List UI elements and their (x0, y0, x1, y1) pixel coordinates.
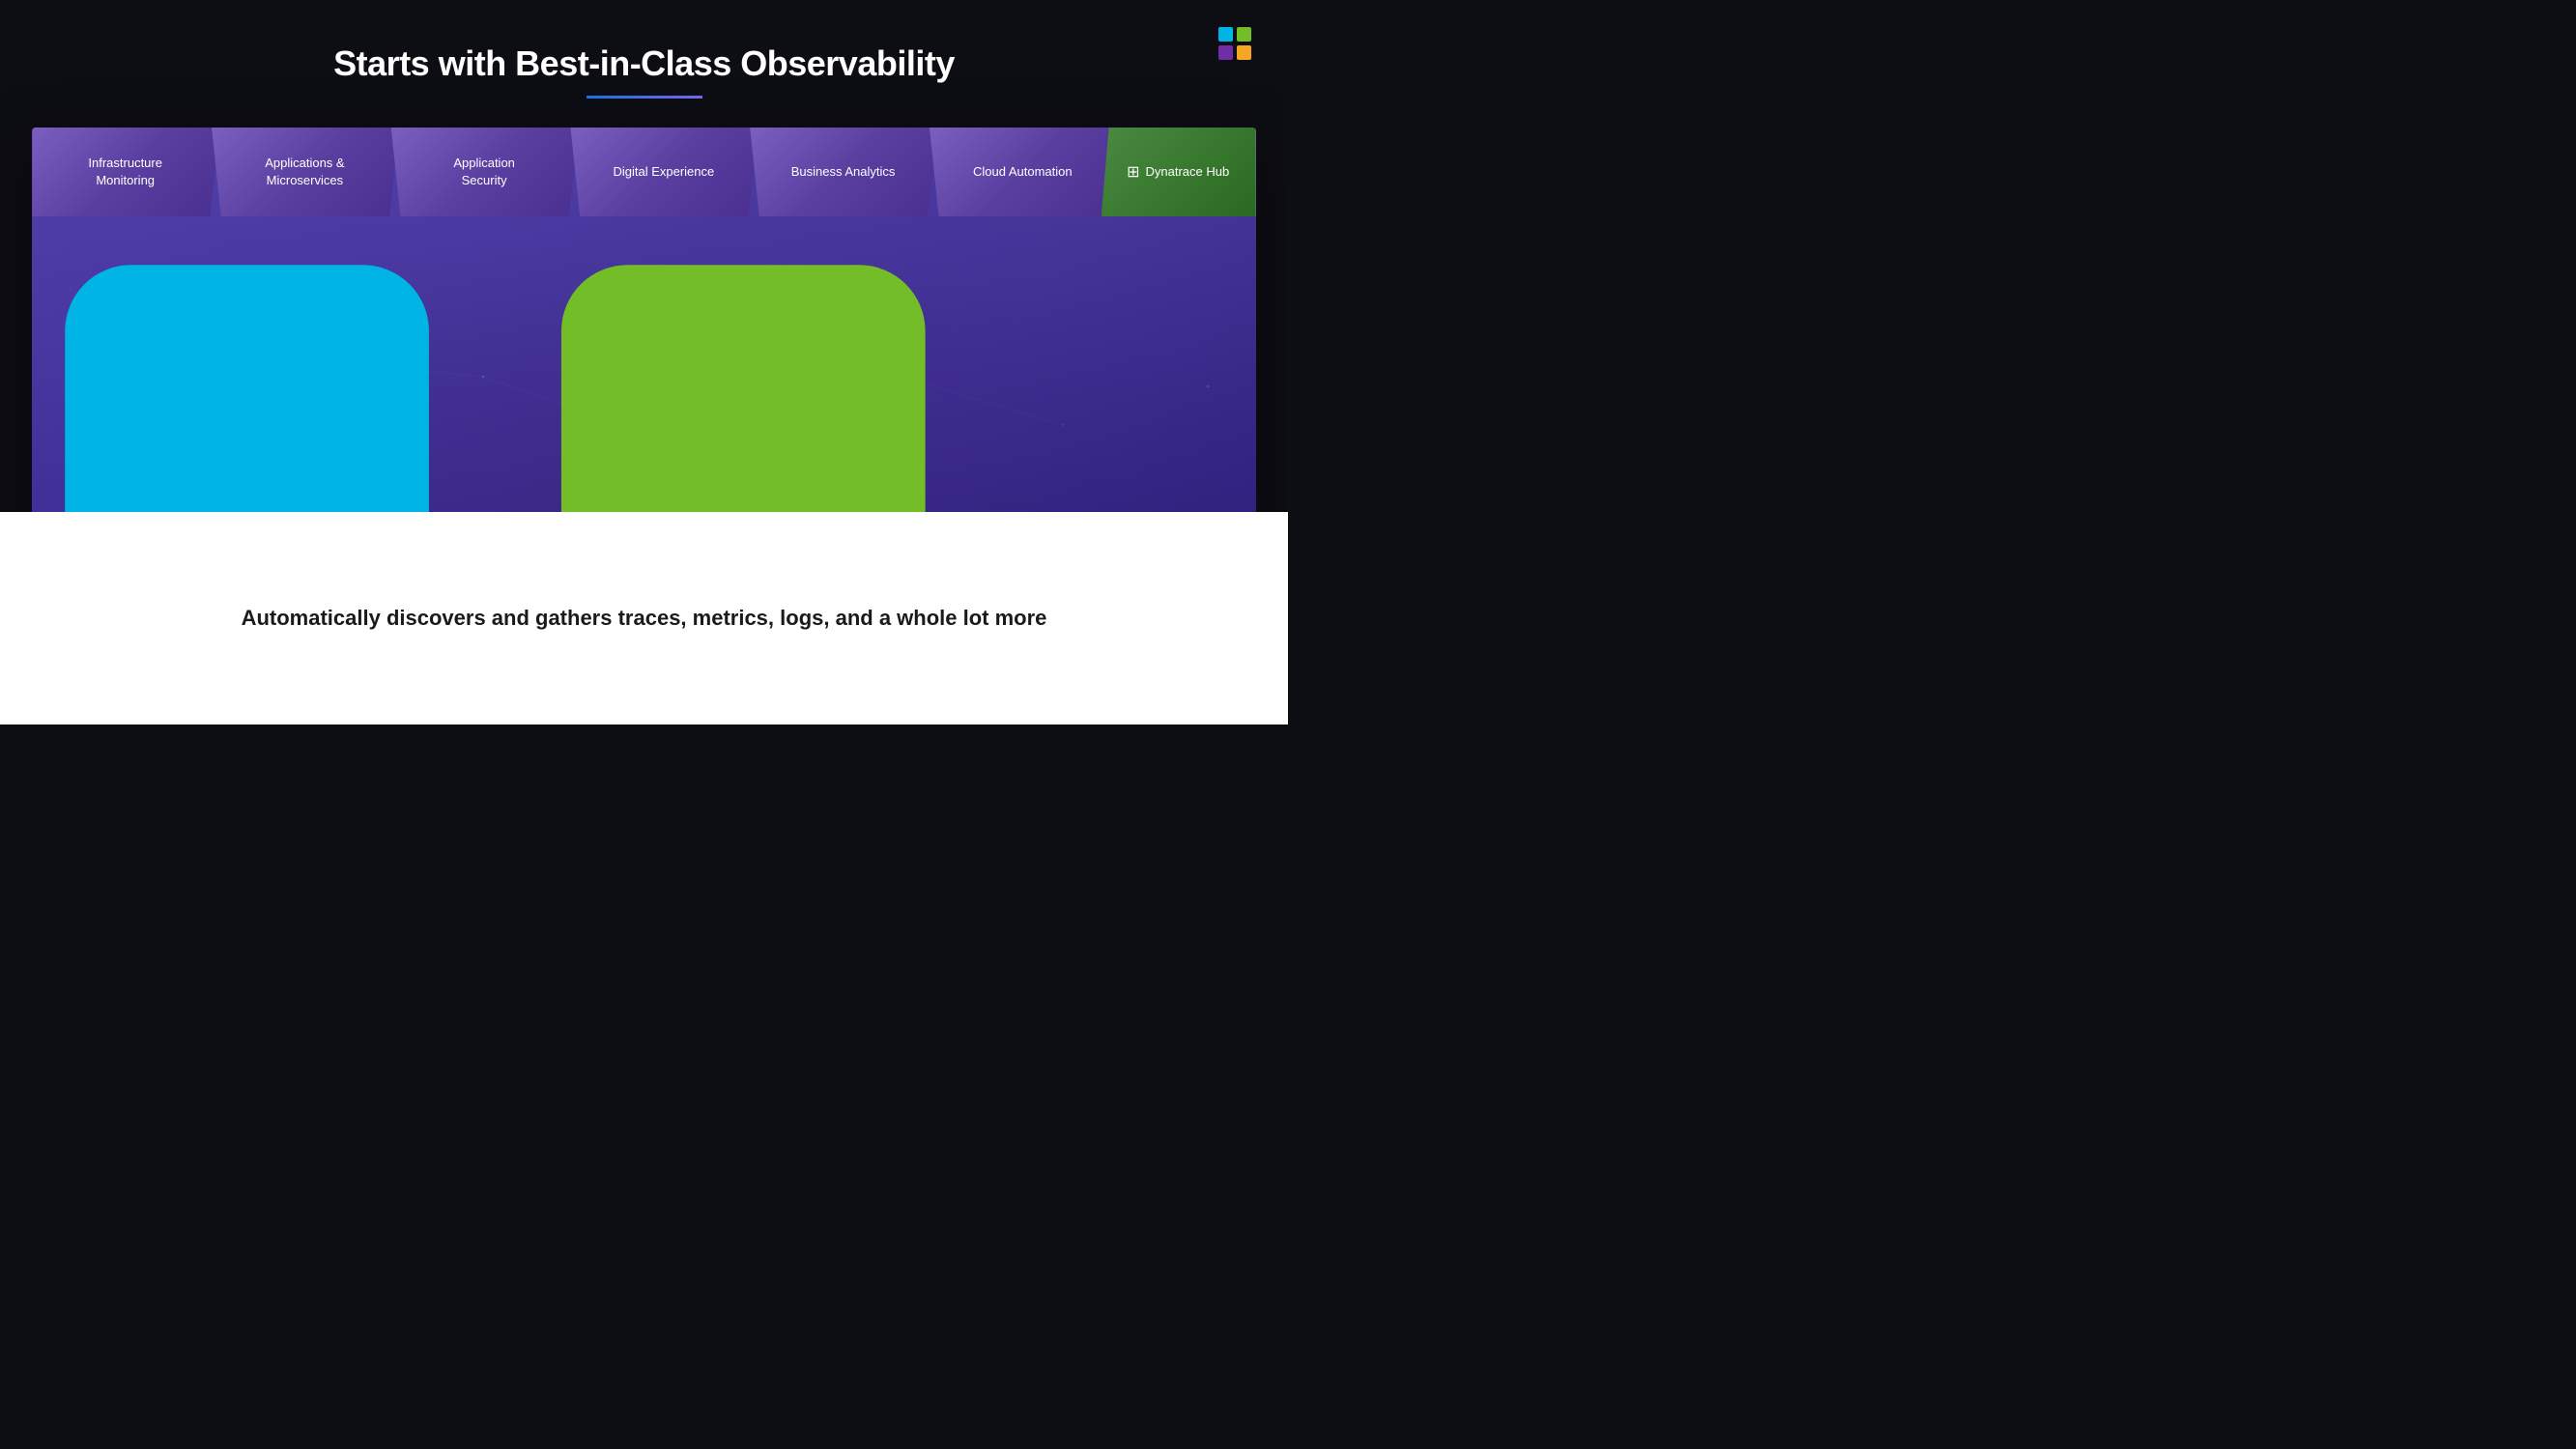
platform-area: InfrastructureMonitoring Applications &M… (32, 128, 1255, 512)
card-appsecurity-label: ApplicationSecurity (453, 155, 515, 189)
card-hub[interactable]: ⊞ Dynatrace Hub (1102, 128, 1256, 216)
dynatrace-logo (1211, 19, 1259, 68)
cards-row: InfrastructureMonitoring Applications &M… (32, 128, 1255, 216)
card-digital-label: Digital Experience (613, 163, 714, 181)
card-applications-label: Applications &Microservices (265, 155, 344, 189)
bottom-text: Automatically discovers and gathers trac… (242, 606, 1047, 631)
hub-icon: ⊞ (1127, 162, 1139, 182)
card-cloud-label: Cloud Automation (973, 163, 1073, 181)
card-business-label: Business Analytics (791, 163, 896, 181)
card-applications: Applications &Microservices (212, 128, 399, 216)
bottom-section: Automatically discovers and gathers trac… (0, 512, 1288, 724)
dynatrace-icon (32, 232, 959, 512)
platform-logo-row: dynatrace Software Intelligence Platform (32, 232, 1255, 512)
card-business: Business Analytics (750, 128, 937, 216)
card-hub-label: Dynatrace Hub (1145, 163, 1229, 181)
platform-info: dynatrace Software Intelligence Platform… (32, 216, 1255, 512)
main-title: Starts with Best-in-Class Observability (0, 0, 1288, 84)
title-underline (587, 96, 702, 99)
card-infrastructure: InfrastructureMonitoring (32, 128, 219, 216)
card-infrastructure-label: InfrastructureMonitoring (88, 155, 162, 189)
card-digital: Digital Experience (570, 128, 758, 216)
platform-base: InfrastructureMonitoring Applications &M… (32, 128, 1255, 512)
card-appsecurity: ApplicationSecurity (391, 128, 579, 216)
card-cloud: Cloud Automation (930, 128, 1117, 216)
